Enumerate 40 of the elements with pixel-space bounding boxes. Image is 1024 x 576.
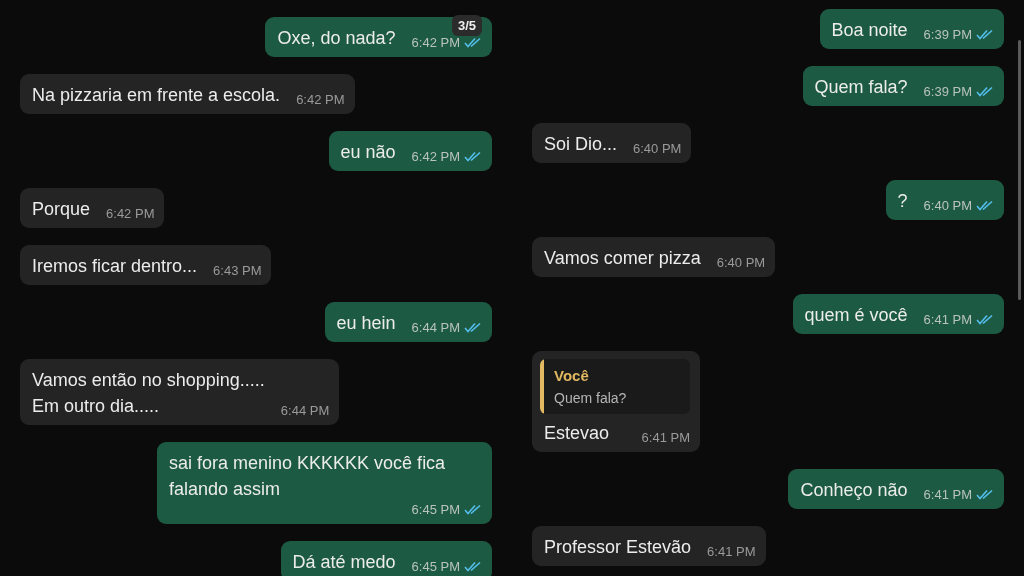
message-text: eu hein: [336, 312, 396, 335]
message-text: Dá até medo: [292, 551, 396, 574]
message-text: Vamos então no shopping..... Em outro dia.....: [32, 369, 265, 418]
message-text: Conheço não: [800, 479, 908, 502]
message-time: 6:42 PM: [411, 149, 460, 164]
quote-author: Você: [554, 367, 590, 384]
page-counter: 3/5: [451, 15, 482, 36]
message-text: Quem fala?: [814, 76, 908, 99]
message-text: Vamos comer pizza: [544, 247, 701, 270]
message-time: 6:41 PM: [923, 312, 972, 327]
message-time: 6:39 PM: [923, 27, 972, 42]
message-text: eu não: [340, 141, 396, 164]
message-text: Soi Dio...: [544, 133, 618, 156]
message-text: ?: [897, 190, 908, 213]
message-text: Professor Estevão: [544, 536, 692, 559]
message-time: 6:40 PM: [923, 198, 972, 213]
message-time: 6:42 PM: [106, 206, 155, 221]
message-text: Na pizzaria em frente a escola.: [32, 84, 281, 107]
message-time: 6:44 PM: [411, 320, 460, 335]
message-text: Estevao: [544, 422, 611, 445]
message-text: Iremos ficar dentro...: [32, 255, 198, 278]
message-text: quem é você: [804, 304, 908, 327]
message-time: 6:42 PM: [411, 35, 460, 50]
message-time: 6:43 PM: [213, 263, 262, 278]
message-text: sai fora menino KKKKKK você fica falando assim: [169, 452, 447, 501]
quote-text: Quem fala?: [554, 390, 627, 406]
message-text: Oxe, do nada?: [277, 27, 396, 50]
message-time: 6:41 PM: [641, 430, 690, 445]
message-time: 6:44 PM: [280, 403, 330, 418]
message-time: 6:40 PM: [716, 255, 766, 270]
message-text: Porque: [32, 198, 91, 221]
scrollbar-thumb[interactable]: [1018, 40, 1021, 300]
message-time: 6:45 PM: [411, 502, 460, 517]
message-time: 6:40 PM: [633, 141, 682, 156]
message-time: 6:42 PM: [296, 92, 345, 107]
message-text: Boa noite: [831, 19, 908, 42]
message-time: 6:39 PM: [923, 84, 972, 99]
message-time: 6:41 PM: [923, 487, 972, 502]
message-time: 6:45 PM: [411, 559, 460, 574]
message-time: 6:41 PM: [707, 544, 756, 559]
